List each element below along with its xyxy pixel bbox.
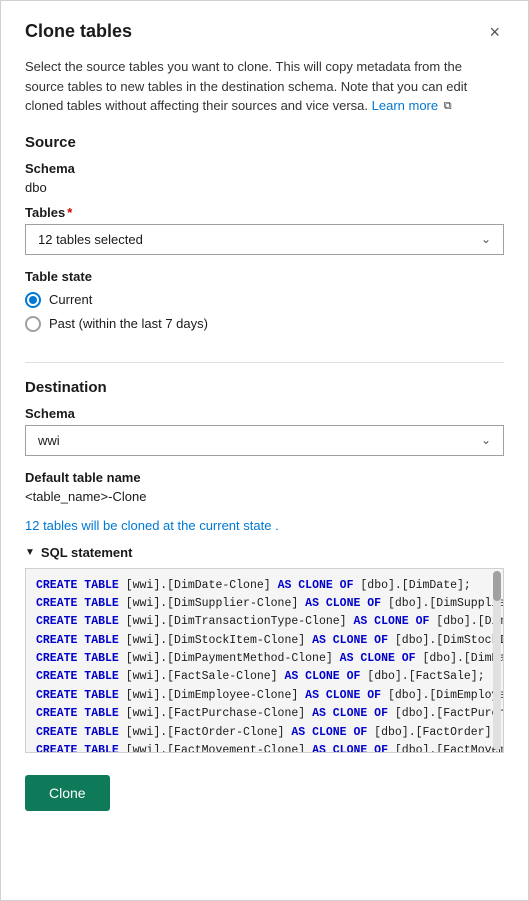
sql-toggle-label: SQL statement bbox=[41, 545, 133, 560]
sql-collapse-icon: ▼ bbox=[25, 547, 35, 558]
dialog-title: Clone tables bbox=[25, 21, 132, 42]
section-divider bbox=[25, 362, 504, 363]
sql-scrollbar-thumb[interactable] bbox=[493, 571, 501, 601]
radio-option-past[interactable]: Past (within the last 7 days) bbox=[25, 316, 504, 332]
destination-schema-dropdown[interactable]: wwi ⌄ bbox=[25, 425, 504, 456]
table-state-label: Table state bbox=[25, 269, 504, 284]
schema-value: dbo bbox=[25, 180, 504, 195]
sql-line: CREATE TABLE [wwi].[FactMovement-Clone] … bbox=[36, 742, 493, 752]
radio-past-label: Past (within the last 7 days) bbox=[49, 316, 208, 331]
schema-label: Schema bbox=[25, 161, 504, 176]
sql-line: CREATE TABLE [wwi].[DimPaymentMethod-Clo… bbox=[36, 650, 493, 668]
tables-selected-value: 12 tables selected bbox=[38, 232, 143, 247]
sql-line: CREATE TABLE [wwi].[DimSupplier-Clone] A… bbox=[36, 595, 493, 613]
clone-button[interactable]: Clone bbox=[25, 775, 110, 811]
sql-line: CREATE TABLE [wwi].[DimTransactionType-C… bbox=[36, 613, 493, 631]
sql-line: CREATE TABLE [wwi].[DimEmployee-Clone] A… bbox=[36, 687, 493, 705]
description-text: Select the source tables you want to clo… bbox=[25, 57, 504, 116]
sql-scrollbar[interactable] bbox=[493, 571, 501, 750]
radio-current-inner bbox=[29, 296, 37, 304]
default-table-name-value: <table_name>-Clone bbox=[25, 489, 504, 504]
sql-lines-container: CREATE TABLE [wwi].[DimDate-Clone] AS CL… bbox=[36, 577, 493, 753]
clone-info-suffix: . bbox=[275, 518, 279, 533]
sql-line: CREATE TABLE [wwi].[FactOrder-Clone] AS … bbox=[36, 724, 493, 742]
source-section-title: Source bbox=[25, 134, 504, 151]
tables-chevron-icon: ⌄ bbox=[481, 232, 491, 246]
sql-line: CREATE TABLE [wwi].[DimDate-Clone] AS CL… bbox=[36, 577, 493, 595]
destination-schema-chevron-icon: ⌄ bbox=[481, 433, 491, 447]
radio-current-indicator bbox=[25, 292, 41, 308]
external-link-icon: ⧉ bbox=[444, 98, 452, 115]
sql-toggle[interactable]: ▼ SQL statement bbox=[25, 545, 504, 560]
sql-statement-box: CREATE TABLE [wwi].[DimDate-Clone] AS CL… bbox=[25, 568, 504, 753]
destination-schema-label: Schema bbox=[25, 406, 504, 421]
radio-current-label: Current bbox=[49, 292, 92, 307]
learn-more-link[interactable]: Learn more bbox=[372, 98, 438, 113]
destination-schema-value: wwi bbox=[38, 433, 60, 448]
clone-info-prefix: 12 tables will be cloned at the bbox=[25, 518, 196, 533]
sql-section: ▼ SQL statement CREATE TABLE [wwi].[DimD… bbox=[25, 545, 504, 753]
sql-line: CREATE TABLE [wwi].[DimStockItem-Clone] … bbox=[36, 632, 493, 650]
radio-option-current[interactable]: Current bbox=[25, 292, 504, 308]
tables-label: Tables* bbox=[25, 205, 504, 220]
close-button[interactable]: × bbox=[485, 21, 504, 43]
clone-info: 12 tables will be cloned at the current … bbox=[25, 518, 504, 533]
clone-info-highlight: current state bbox=[199, 518, 271, 533]
tables-dropdown[interactable]: 12 tables selected ⌄ bbox=[25, 224, 504, 255]
required-marker: * bbox=[67, 205, 72, 220]
sql-line: CREATE TABLE [wwi].[FactSale-Clone] AS C… bbox=[36, 668, 493, 686]
radio-past-indicator bbox=[25, 316, 41, 332]
default-table-name-label: Default table name bbox=[25, 470, 504, 485]
sql-line: CREATE TABLE [wwi].[FactPurchase-Clone] … bbox=[36, 705, 493, 723]
destination-section-title: Destination bbox=[25, 379, 504, 396]
